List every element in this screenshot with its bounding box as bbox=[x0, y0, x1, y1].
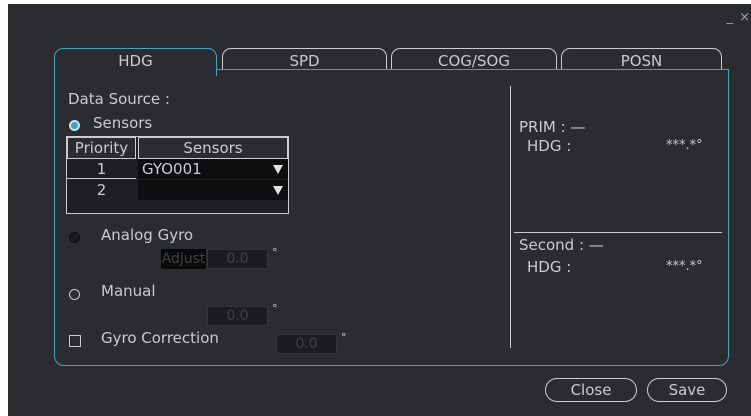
close-button[interactable]: Close bbox=[545, 378, 637, 402]
sensors-radio[interactable] bbox=[69, 120, 80, 131]
second-label: Second : — bbox=[519, 236, 604, 254]
sensors-header: Sensors bbox=[138, 137, 288, 159]
save-button[interactable]: Save bbox=[647, 378, 727, 402]
data-source-label: Data Source : bbox=[68, 90, 170, 108]
dropdown-arrow-icon bbox=[273, 165, 283, 174]
degree-unit: ° bbox=[272, 302, 278, 315]
prim-label: PRIM : — bbox=[519, 118, 586, 136]
manual-radio[interactable] bbox=[69, 289, 80, 300]
sensor-value: GYO001 bbox=[142, 160, 202, 178]
priority-cell: 2 bbox=[96, 181, 107, 199]
dropdown-arrow-icon bbox=[273, 186, 283, 195]
priority-cell: 1 bbox=[67, 159, 136, 179]
manual-label: Manual bbox=[101, 282, 156, 300]
panel-divider bbox=[510, 86, 511, 348]
analog-gyro-value[interactable]: 0.0 bbox=[207, 249, 268, 269]
heading-settings-dialog: _ × HDG SPD COG/SOG POSN Data Source : S… bbox=[8, 4, 751, 416]
gyro-correction-checkbox[interactable] bbox=[69, 335, 81, 347]
gyro-correction-label: Gyro Correction bbox=[101, 329, 219, 347]
sensor-dropdown-2[interactable] bbox=[138, 180, 288, 200]
prim-hdg-label: HDG : bbox=[527, 137, 572, 155]
second-hdg-value: ***.*° bbox=[666, 259, 703, 274]
priority-header: Priority bbox=[67, 137, 136, 159]
sensor-dropdown-1[interactable]: GYO001 bbox=[138, 159, 288, 179]
analog-gyro-radio[interactable] bbox=[69, 232, 80, 243]
second-hdg-label: HDG : bbox=[527, 258, 572, 276]
analog-gyro-label: Analog Gyro bbox=[101, 226, 194, 244]
sensors-label: Sensors bbox=[93, 114, 153, 132]
manual-value[interactable]: 0.0 bbox=[207, 306, 268, 326]
adjust-button[interactable]: Adjust bbox=[161, 249, 206, 269]
degree-unit: ° bbox=[341, 331, 347, 344]
prim-hdg-value: ***.*° bbox=[666, 138, 703, 153]
hdg-panel: Data Source : Sensors Priority Sensors 1… bbox=[54, 69, 729, 366]
window-controls[interactable]: _ × bbox=[726, 10, 751, 25]
gyro-correction-value[interactable]: 0.0 bbox=[276, 334, 337, 354]
status-divider bbox=[514, 232, 722, 233]
degree-unit: ° bbox=[272, 246, 278, 259]
sensor-priority-table: Priority Sensors 1 GYO001 2 bbox=[66, 136, 289, 214]
tab-hdg[interactable]: HDG bbox=[54, 48, 217, 76]
